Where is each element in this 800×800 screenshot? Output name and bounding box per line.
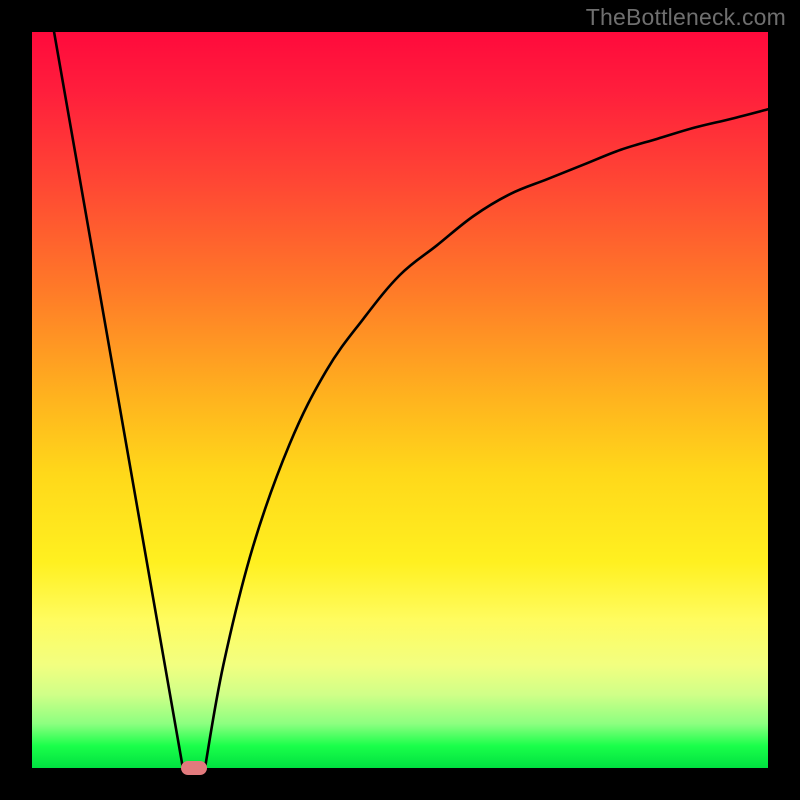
- watermark-text: TheBottleneck.com: [586, 4, 786, 31]
- min-marker: [181, 761, 207, 774]
- chart-frame: TheBottleneck.com: [0, 0, 800, 800]
- plot-area: [32, 32, 768, 768]
- curve-right: [205, 109, 768, 768]
- curve-left: [54, 32, 183, 768]
- curve-svg: [32, 32, 768, 768]
